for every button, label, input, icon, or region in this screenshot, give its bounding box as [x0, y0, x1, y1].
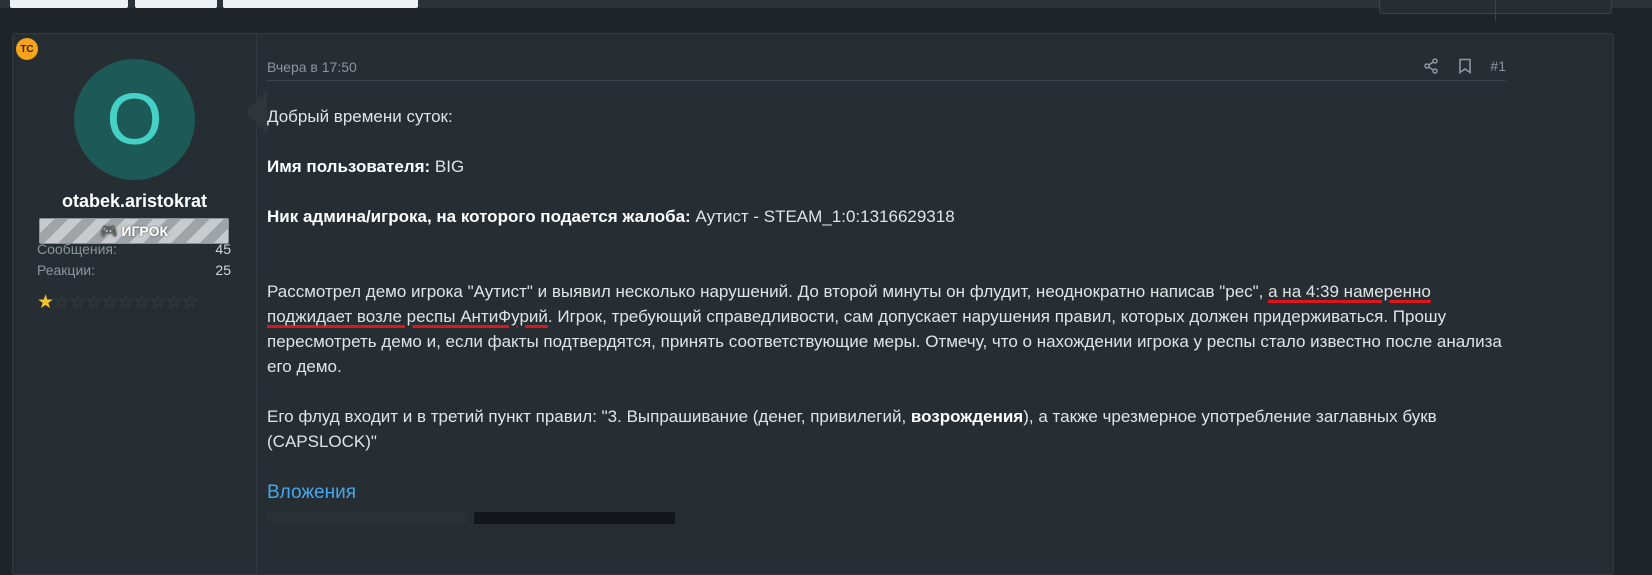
attachment-thumbnail[interactable]: [267, 512, 467, 524]
top-tab-3[interactable]: [223, 0, 418, 8]
header-divider: [267, 80, 1506, 81]
star-empty-icon: ☆: [85, 292, 102, 313]
star-filled-icon: ★: [37, 292, 54, 313]
avatar[interactable]: O: [74, 59, 195, 180]
post-date-link[interactable]: Вчера в 17:50: [267, 59, 357, 75]
star-empty-icon: ☆: [149, 292, 166, 313]
paragraph-text: Рассмотрел демо игрока "Аутист" и выявил…: [267, 282, 1269, 301]
post-main: Вчера в 17:50 #1 Добрый времени суток: И…: [267, 34, 1506, 574]
bold-text: возрождения: [910, 407, 1024, 426]
star-empty-icon: ☆: [165, 292, 182, 313]
paragraph-1: Рассмотрел демо игрока "Аутист" и выявил…: [267, 279, 1506, 379]
paragraph-text: Его флуд входит и в третий пункт правил:…: [267, 407, 911, 426]
post-body: Добрый времени суток: Имя пользователя: …: [267, 104, 1506, 454]
top-tab-1[interactable]: [10, 0, 128, 8]
field-value: BIG: [430, 157, 465, 176]
star-empty-icon: ☆: [101, 292, 118, 313]
star-empty-icon: ☆: [69, 292, 86, 313]
topic-starter-badge: ТС: [16, 38, 38, 60]
paragraph-2: Его флуд входит и в третий пункт правил:…: [267, 404, 1506, 454]
forum-post: ТС O otabek.aristokrat 🎮 ИГРОК Сообщения…: [12, 33, 1614, 575]
top-right-button-group[interactable]: [1379, 0, 1612, 21]
attachments-title: Вложения: [267, 482, 356, 503]
star-empty-icon: ☆: [117, 292, 134, 313]
post-actions: #1: [1422, 57, 1506, 75]
field-label: Ник админа/игрока, на которого подается …: [267, 207, 691, 226]
post-user-column: ТС O otabek.aristokrat 🎮 ИГРОК Сообщения…: [13, 34, 257, 574]
greeting-text: Добрый времени суток:: [267, 107, 453, 126]
stat-reactions: Реакции: 25: [37, 262, 231, 278]
rating-stars: ★☆☆☆☆☆☆☆☆☆: [37, 291, 198, 314]
field-value: Аутист - STEAM_1:0:1316629318: [690, 207, 955, 226]
username-link[interactable]: otabek.aristokrat: [13, 191, 256, 212]
button-divider: [1495, 0, 1496, 21]
share-icon[interactable]: [1422, 57, 1440, 75]
top-tab-2[interactable]: [135, 0, 217, 8]
post-arrow: [245, 90, 267, 134]
attachment-thumbnail[interactable]: [474, 512, 675, 524]
stat-value: 25: [215, 262, 231, 278]
field-username: Имя пользователя: BIG: [267, 154, 1506, 179]
stat-label: Реакции:: [37, 262, 95, 278]
gamepad-icon: 🎮: [99, 222, 118, 239]
bookmark-icon[interactable]: [1456, 57, 1474, 75]
stat-label: Сообщения:: [37, 241, 117, 257]
star-empty-icon: ☆: [53, 292, 70, 313]
user-role-label: ИГРОК: [121, 223, 169, 239]
field-label: Имя пользователя:: [267, 157, 431, 176]
stat-value[interactable]: 45: [215, 241, 231, 257]
star-empty-icon: ☆: [181, 292, 198, 313]
field-target: Ник админа/игрока, на которого подается …: [267, 204, 1506, 229]
stat-messages: Сообщения: 45: [37, 241, 231, 257]
post-number-link[interactable]: #1: [1490, 58, 1506, 74]
star-empty-icon: ☆: [133, 292, 150, 313]
top-navigation-bar: [0, 0, 1652, 21]
